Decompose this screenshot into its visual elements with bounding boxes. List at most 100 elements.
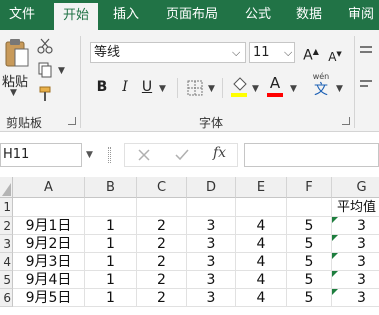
table-cell[interactable]: 1 (85, 253, 137, 271)
table-cell[interactable]: 2 (137, 271, 187, 289)
border-icon[interactable] (187, 80, 203, 96)
row-header[interactable]: 5 (0, 271, 13, 289)
phonetic-guide-button[interactable]: wén 文 (308, 72, 334, 100)
table-cell[interactable]: 9月3日 (13, 253, 85, 271)
column-header-a[interactable]: A (13, 177, 85, 198)
table-cell[interactable]: 4 (236, 253, 287, 271)
column-header-b[interactable]: B (85, 177, 137, 198)
table-cell[interactable]: 9月2日 (13, 235, 85, 253)
row-header[interactable]: 1 (0, 198, 13, 217)
table-cell[interactable]: 1 (85, 217, 137, 235)
underline-button[interactable]: U (140, 77, 154, 97)
font-color-button[interactable]: A (266, 74, 284, 98)
row-header[interactable]: 2 (0, 217, 13, 235)
tab-page-layout[interactable]: 页面布局 (156, 0, 228, 30)
table-cell[interactable]: 5 (287, 253, 332, 271)
font-name-dropdown-arrow[interactable]: ⌵ (232, 46, 240, 60)
table-cell[interactable] (287, 198, 332, 217)
table-cell[interactable] (187, 198, 236, 217)
average-header-cell[interactable]: 平均值 (332, 198, 379, 217)
tab-insert[interactable]: 插入 (104, 0, 148, 30)
paste-icon[interactable] (4, 38, 30, 68)
table-cell[interactable]: 2 (137, 235, 187, 253)
group-divider (80, 36, 81, 128)
table-cell[interactable] (236, 198, 287, 217)
underline-dropdown-arrow[interactable]: ▼ (159, 84, 166, 94)
table-cell[interactable]: 1 (85, 289, 137, 307)
table-cell[interactable]: 3 (187, 235, 236, 253)
tab-review[interactable]: 审阅 (339, 0, 379, 30)
table-cell[interactable]: 3 (332, 289, 379, 307)
phonetic-dropdown-arrow[interactable]: ▼ (336, 84, 343, 94)
table-cell[interactable] (13, 198, 85, 217)
row-header[interactable]: 6 (0, 289, 13, 307)
table-cell[interactable]: 3 (332, 271, 379, 289)
table-cell[interactable]: 1 (85, 235, 137, 253)
formula-bar-grip[interactable] (108, 147, 111, 163)
copy-icon[interactable] (37, 62, 53, 78)
font-color-dropdown-arrow[interactable]: ▼ (290, 84, 297, 94)
tab-data[interactable]: 数据 (287, 0, 331, 30)
table-cell[interactable] (85, 198, 137, 217)
column-header-g[interactable]: G (332, 177, 379, 198)
font-size-dropdown-arrow[interactable]: ⌵ (284, 46, 292, 60)
cancel-entry-icon[interactable] (137, 148, 151, 162)
table-cell[interactable]: 2 (137, 253, 187, 271)
table-cell[interactable]: 3 (332, 253, 379, 271)
name-box[interactable]: H11 (0, 143, 82, 167)
format-painter-icon[interactable] (37, 86, 53, 102)
table-cell[interactable]: 3 (332, 235, 379, 253)
table-cell[interactable]: 9月4日 (13, 271, 85, 289)
column-header-c[interactable]: C (137, 177, 187, 198)
column-header-e[interactable]: E (236, 177, 287, 198)
paste-dropdown-arrow[interactable]: ▼ (10, 88, 17, 98)
table-cell[interactable]: 5 (287, 217, 332, 235)
row-header[interactable]: 4 (0, 253, 13, 271)
table-cell[interactable]: 4 (236, 289, 287, 307)
grow-font-button[interactable]: A▲ (302, 42, 320, 66)
tab-home[interactable]: 开始 (54, 3, 98, 30)
table-cell[interactable]: 9月5日 (13, 289, 85, 307)
table-cell[interactable]: 3 (187, 271, 236, 289)
table-cell[interactable]: 2 (137, 289, 187, 307)
alignment-top-line-icon[interactable] (360, 46, 372, 48)
italic-button[interactable]: I (118, 77, 132, 97)
column-header-f[interactable]: F (287, 177, 332, 198)
clipboard-dialog-launcher[interactable] (68, 117, 76, 125)
font-name-box[interactable]: 等线 (90, 42, 246, 63)
select-all-triangle-icon (2, 183, 11, 196)
table-cell[interactable]: 3 (332, 217, 379, 235)
alignment-left-line-icon[interactable] (360, 80, 372, 82)
name-box-dropdown-arrow[interactable]: ▼ (86, 150, 93, 160)
table-cell[interactable]: 4 (236, 235, 287, 253)
table-cell[interactable]: 3 (187, 289, 236, 307)
column-header-d[interactable]: D (187, 177, 236, 198)
table-cell[interactable]: 4 (236, 271, 287, 289)
table-cell[interactable]: 5 (287, 271, 332, 289)
border-dropdown-arrow[interactable]: ▼ (208, 84, 215, 94)
table-cell[interactable] (137, 198, 187, 217)
alignment-top-line-icon (360, 51, 372, 53)
table-cell[interactable]: 2 (137, 217, 187, 235)
table-cell[interactable]: 3 (187, 217, 236, 235)
font-dialog-launcher[interactable] (342, 117, 350, 125)
table-cell[interactable]: 9月1日 (13, 217, 85, 235)
table-cell[interactable]: 1 (85, 271, 137, 289)
confirm-entry-icon[interactable] (175, 148, 189, 162)
cut-icon[interactable] (37, 38, 53, 54)
table-cell[interactable]: 5 (287, 289, 332, 307)
tab-formulas[interactable]: 公式 (236, 0, 280, 30)
row-header[interactable]: 3 (0, 235, 13, 253)
table-cell[interactable]: 5 (287, 235, 332, 253)
tab-file[interactable]: 文件 (0, 0, 44, 30)
bold-button[interactable]: B (94, 77, 110, 97)
select-all-corner[interactable] (0, 177, 13, 198)
table-cell[interactable]: 4 (236, 217, 287, 235)
copy-dropdown-arrow[interactable]: ▼ (58, 66, 65, 76)
shrink-font-button[interactable]: A▼ (326, 44, 344, 67)
fill-color-icon[interactable] (230, 76, 248, 98)
table-cell[interactable]: 3 (187, 253, 236, 271)
insert-function-button[interactable]: fx (213, 145, 226, 161)
formula-input[interactable] (244, 143, 379, 167)
fill-color-dropdown-arrow[interactable]: ▼ (252, 84, 259, 94)
